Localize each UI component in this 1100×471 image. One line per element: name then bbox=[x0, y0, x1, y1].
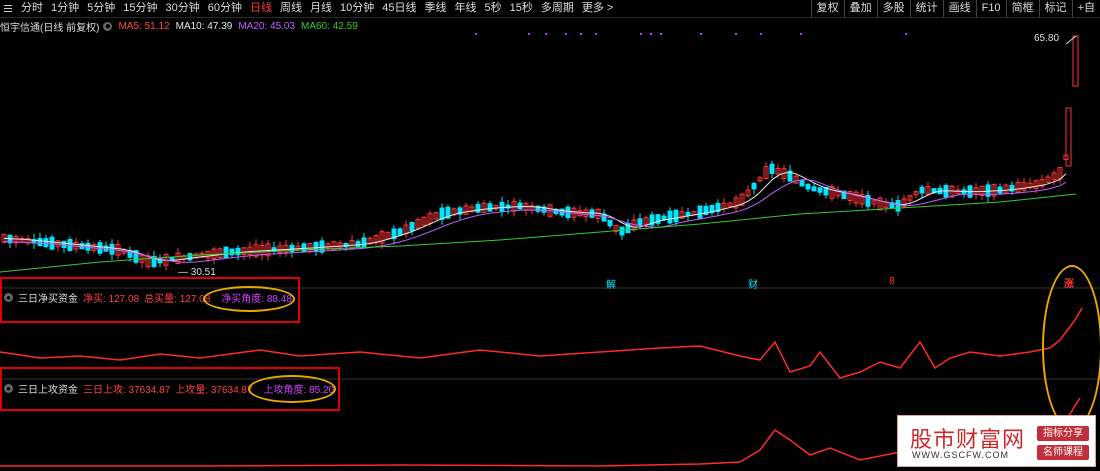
high-pointer bbox=[1065, 35, 1077, 45]
candle-body bbox=[49, 236, 55, 250]
annotation-ellipse-1 bbox=[203, 286, 295, 312]
candle-body bbox=[673, 209, 679, 223]
candle-body bbox=[43, 238, 49, 248]
annotation-ellipse-2 bbox=[248, 375, 336, 403]
candle-body bbox=[37, 238, 43, 246]
signal-dot bbox=[905, 33, 907, 35]
candle-body bbox=[799, 180, 805, 187]
candle-body bbox=[637, 218, 643, 226]
candle-body bbox=[1072, 35, 1079, 87]
candle-body bbox=[895, 199, 901, 212]
candle-body bbox=[769, 163, 775, 174]
candle-body bbox=[619, 226, 625, 236]
site-watermark: 股市财富网 WWW.GSCFW.COM 指标分享 名师课程 bbox=[897, 415, 1096, 467]
signal-dot bbox=[528, 33, 530, 35]
candle-body bbox=[919, 186, 925, 194]
watermark-tag-course: 名师课程 bbox=[1037, 445, 1089, 460]
candle-body bbox=[235, 247, 241, 256]
signal-dot bbox=[700, 33, 702, 35]
signal-dot bbox=[565, 33, 567, 35]
candle-body bbox=[313, 241, 319, 252]
candle-body bbox=[319, 240, 325, 253]
candle-body bbox=[355, 241, 361, 248]
candle-body bbox=[997, 186, 1003, 194]
signal-dot bbox=[475, 33, 477, 35]
candle-body bbox=[397, 228, 403, 236]
candle-body bbox=[811, 186, 817, 192]
candle-body bbox=[589, 209, 595, 218]
candle-body bbox=[487, 203, 493, 212]
candle-body bbox=[301, 243, 307, 253]
signal-dot bbox=[800, 33, 802, 35]
candle-body bbox=[817, 187, 823, 193]
candle-body bbox=[667, 210, 673, 224]
candle-body bbox=[697, 205, 703, 219]
candle-body bbox=[751, 183, 757, 190]
signal-dot bbox=[545, 33, 547, 35]
candle-body bbox=[475, 203, 481, 213]
signal-dot bbox=[735, 33, 737, 35]
signal-dot bbox=[660, 33, 662, 35]
watermark-tag-indicator: 指标分享 bbox=[1037, 426, 1089, 441]
candle-body bbox=[805, 184, 811, 190]
candle-body bbox=[943, 185, 949, 198]
candle-body bbox=[685, 211, 691, 217]
finance-marker[interactable]: 财 bbox=[748, 276, 758, 291]
candle-body bbox=[607, 219, 613, 227]
ma20-line bbox=[3, 179, 1067, 263]
signal-dot bbox=[650, 33, 652, 35]
watermark-url: WWW.GSCFW.COM bbox=[912, 450, 1009, 460]
candle-body bbox=[223, 246, 229, 259]
candle-body bbox=[409, 221, 415, 232]
high-price-label: 65.80 bbox=[1034, 33, 1060, 44]
event-marker[interactable]: 8 bbox=[889, 276, 895, 287]
signal-dot bbox=[580, 33, 582, 35]
signal-dot bbox=[595, 33, 597, 35]
candle-body bbox=[361, 237, 367, 249]
signal-dot bbox=[640, 33, 642, 35]
unlock-marker[interactable]: 解 bbox=[606, 276, 616, 291]
candle-body bbox=[499, 201, 505, 212]
candle-body bbox=[517, 202, 523, 210]
signal-dot bbox=[760, 33, 762, 35]
ma10-line bbox=[3, 171, 1067, 262]
annotation-ellipse-right bbox=[1042, 265, 1100, 430]
